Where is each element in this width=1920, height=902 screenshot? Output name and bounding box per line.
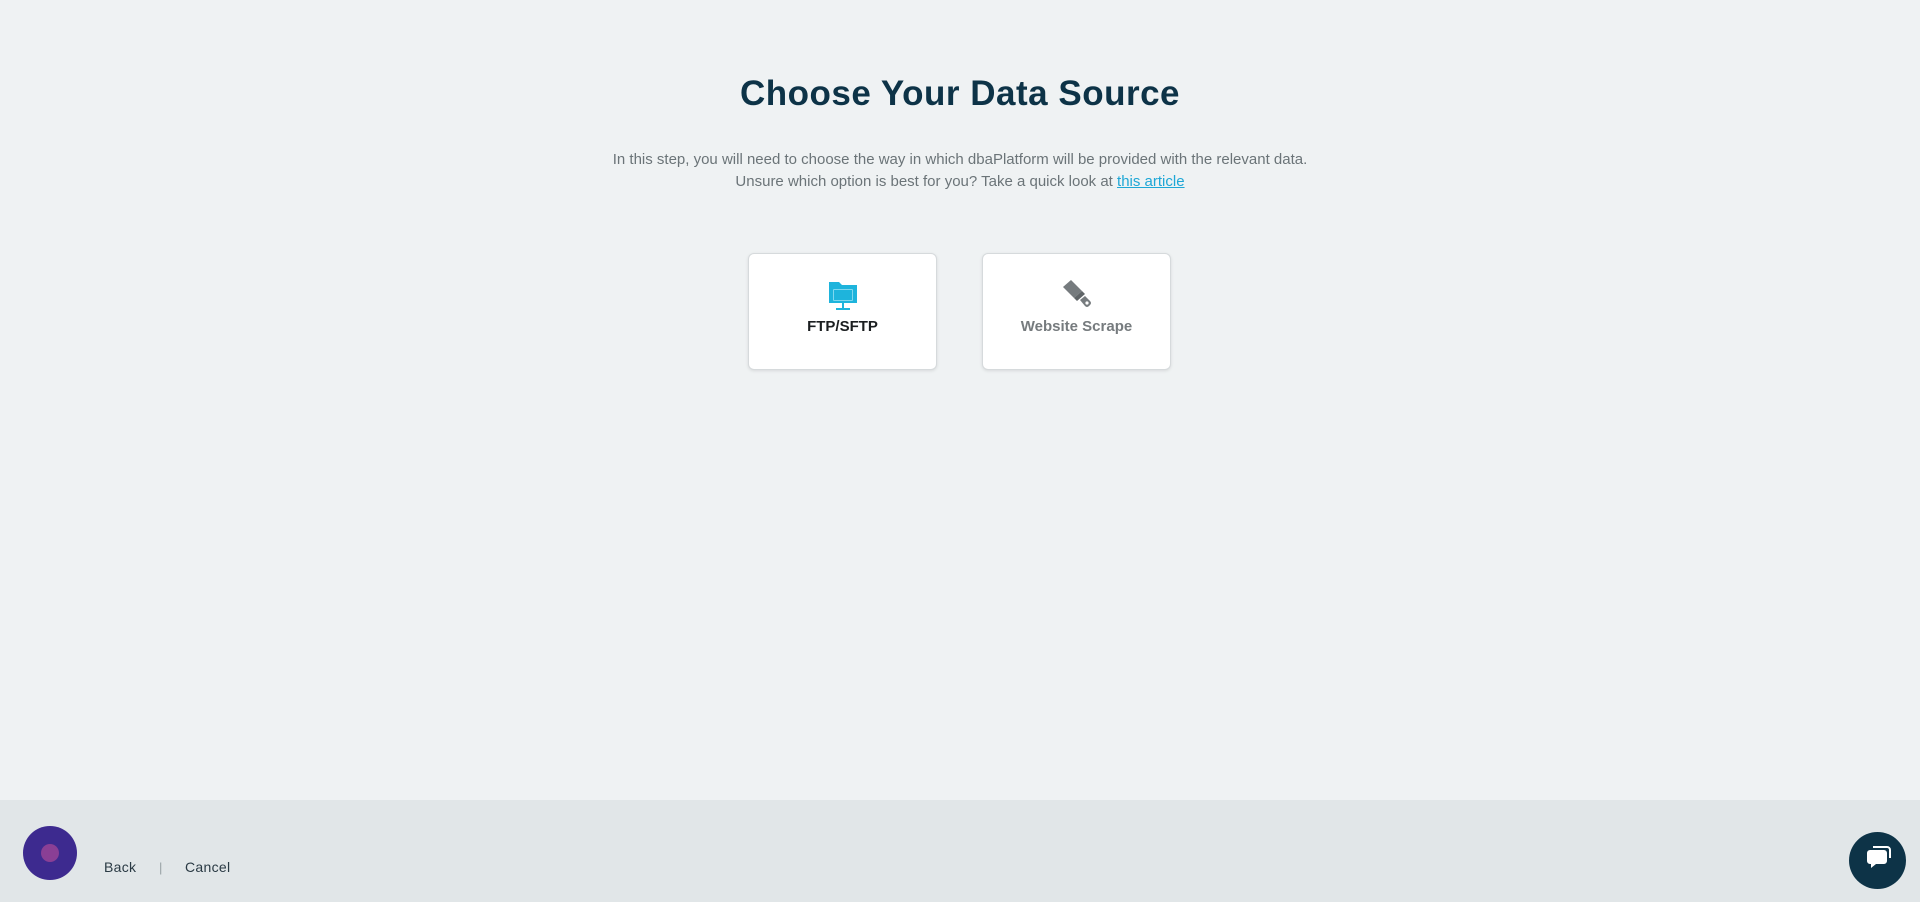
scraper-icon [983, 278, 1170, 314]
this-article-link[interactable]: this article [1117, 173, 1185, 190]
option-label-ftp-sftp: FTP/SFTP [807, 318, 878, 335]
chat-bubble-icon [1863, 844, 1893, 877]
description-line-1: In this step, you will need to choose th… [612, 151, 1308, 168]
footer-separator: | [159, 860, 163, 875]
main-content: Choose Your Data Source In this step, yo… [0, 0, 1920, 800]
description-line-2: Unsure which option is best for you? Tak… [0, 171, 1920, 193]
chat-button[interactable] [1849, 832, 1906, 889]
folder-network-icon [749, 278, 936, 314]
user-avatar[interactable] [23, 826, 77, 880]
back-button[interactable]: Back [104, 859, 136, 875]
option-card-website-scrape[interactable]: Website Scrape [982, 253, 1171, 370]
option-card-ftp-sftp[interactable]: FTP/SFTP [748, 253, 937, 370]
cancel-button[interactable]: Cancel [185, 859, 230, 875]
page-title: Choose Your Data Source [739, 74, 1181, 113]
description-line-2-text: Unsure which option is best for you? Tak… [735, 173, 1118, 190]
option-label-website-scrape: Website Scrape [1020, 318, 1133, 335]
footer-bar [0, 800, 1920, 902]
avatar-dot [41, 844, 59, 862]
page-description: In this step, you will need to choose th… [0, 149, 1920, 193]
